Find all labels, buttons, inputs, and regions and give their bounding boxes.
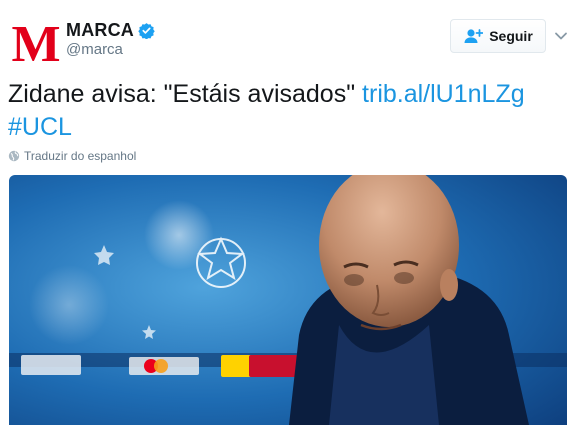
- tweet-body: Zidane avisa: "Estáis avisados": [8, 80, 356, 108]
- display-name[interactable]: MARCA: [66, 20, 134, 41]
- follow-button[interactable]: Seguir: [450, 19, 546, 53]
- marca-logo-letter: M: [12, 17, 60, 65]
- account-handle[interactable]: @marca: [66, 41, 123, 58]
- tweet-text: Zidane avisa: "Estáis avisados" trib.al/…: [8, 78, 573, 144]
- follow-button-label: Seguir: [489, 28, 533, 44]
- globe-icon: [8, 150, 20, 162]
- tweet-link[interactable]: trib.al/lU1nLZg: [362, 80, 525, 108]
- translate-link[interactable]: Traduzir do espanhol: [8, 149, 136, 163]
- verified-badge-icon: [138, 23, 155, 39]
- avatar[interactable]: M: [12, 17, 60, 65]
- translate-label: Traduzir do espanhol: [24, 149, 137, 163]
- chevron-down-icon[interactable]: [553, 28, 569, 44]
- press-conference-photo[interactable]: [9, 175, 567, 425]
- add-user-icon: [464, 29, 484, 43]
- hashtag-link[interactable]: #UCL: [8, 113, 72, 141]
